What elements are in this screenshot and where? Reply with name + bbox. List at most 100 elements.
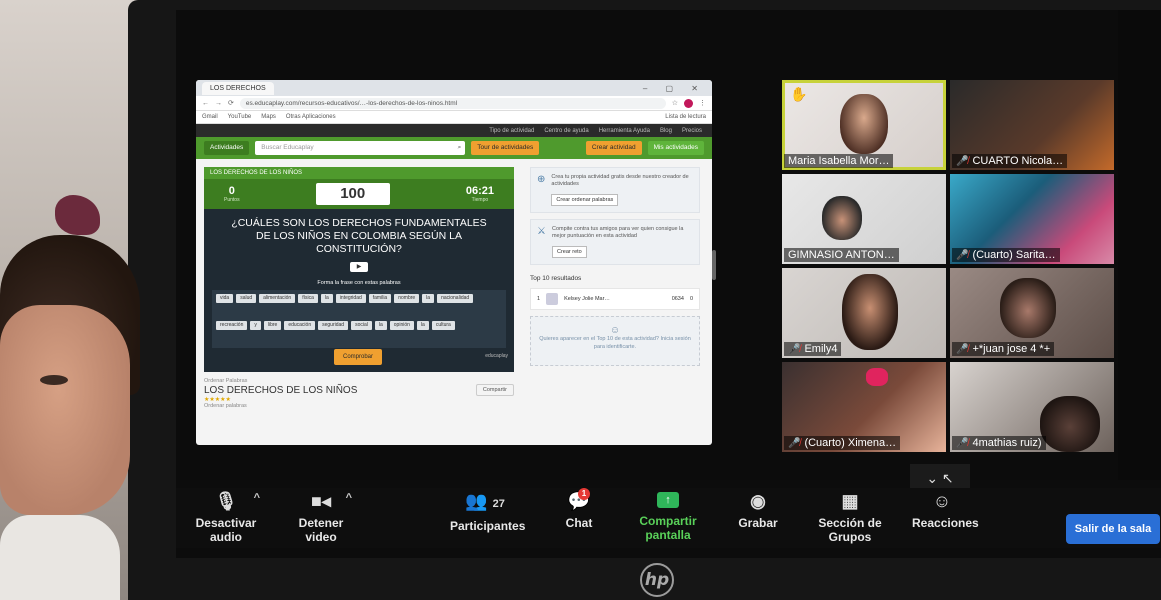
leave-meeting-button[interactable]: Salir de la sala <box>1066 514 1160 544</box>
name-text: 4mathias ruiz) <box>972 437 1042 449</box>
participant-tile[interactable]: 🎤̸ +*juan jose 4 *+ <box>950 268 1114 358</box>
meeting-toolbar: 🎙 ^ Desactivar audio ■◂ ^ Detener video … <box>176 488 1161 548</box>
score-value: 100 <box>315 183 390 205</box>
login-prompt[interactable]: ☺ Quieres aparecer en el Top 10 de esta … <box>530 316 700 366</box>
word-chip[interactable]: familia <box>368 294 392 303</box>
name-text: Maria Isabella Mor… <box>788 155 890 167</box>
participant-decor <box>866 368 888 386</box>
create-challenge-button[interactable]: Crear reto <box>551 246 587 258</box>
word-chip[interactable]: recreación <box>216 320 248 330</box>
participant-tile[interactable]: 🎤̸ (Cuarto) Ximena… <box>782 362 946 452</box>
more-menu-icon[interactable]: ⋮ <box>699 99 706 107</box>
nav-item[interactable]: Centro de ayuda <box>544 128 588 134</box>
record-button[interactable]: ◉ Grabar <box>738 488 778 530</box>
search-placeholder: Buscar Educaplay <box>261 144 314 151</box>
participant-name: 🎤̸ (Cuarto) Sarita… <box>952 248 1060 262</box>
search-icon[interactable]: ⌕ <box>458 141 462 155</box>
stop-video-button[interactable]: ■◂ ^ Detener video <box>282 488 360 544</box>
page-content: LOS DERECHOS DE LOS NIÑOS 0 Puntos 100 0… <box>196 159 712 409</box>
word-chip[interactable]: social <box>351 320 372 330</box>
star-icon[interactable]: ☆ <box>672 99 678 107</box>
top-results-title: Top 10 resultados <box>530 275 582 282</box>
participant-tile[interactable]: 🎤̸ CUARTO Nicola… <box>950 80 1114 170</box>
video-label: Detener video <box>298 516 344 544</box>
activity-meta: Ordenar Palabras LOS DERECHOS DE LOS NIÑ… <box>204 372 514 409</box>
bookmark-youtube[interactable]: YouTube <box>228 114 252 120</box>
word-chip[interactable]: nombre <box>394 294 420 303</box>
word-chip[interactable]: educación <box>284 320 316 330</box>
word-chip[interactable]: la <box>416 320 429 330</box>
nav-item[interactable]: Precios <box>682 128 702 134</box>
my-activities-button[interactable]: Mis actividades <box>647 141 704 155</box>
browser-tab[interactable]: LOS DERECHOS <box>202 81 274 95</box>
word-chip[interactable]: opinión <box>389 320 414 330</box>
word-chip[interactable]: libre <box>263 320 282 330</box>
site-search-input[interactable]: Buscar Educaplay ⌕ <box>255 141 466 155</box>
share-button[interactable]: Compartir <box>475 384 514 396</box>
chat-badge: 1 <box>578 488 590 500</box>
profile-avatar[interactable] <box>684 98 693 108</box>
word-chip[interactable]: cultura <box>431 320 455 330</box>
word-chip[interactable]: salud <box>236 294 257 303</box>
word-chip[interactable]: vida <box>216 294 234 303</box>
audio-options-caret[interactable]: ^ <box>254 492 260 504</box>
breakout-rooms-button[interactable]: ▦ Sección de Grupos <box>802 488 898 544</box>
back-arrow-icon[interactable]: ← <box>202 100 209 107</box>
check-button[interactable]: Comprobar <box>334 349 382 365</box>
rank-time: 0 <box>689 296 693 302</box>
share-screen-button[interactable]: ↑ Compartir pantalla <box>620 488 716 542</box>
activities-button[interactable]: Actividades <box>204 141 250 155</box>
word-chip[interactable]: integridad <box>335 294 366 303</box>
bookmarks-bar: Gmail YouTube Maps Otras Aplicaciones Li… <box>196 111 712 124</box>
word-chip[interactable]: nacionalidad <box>437 294 474 303</box>
nav-item[interactable]: Herramienta Ayuda <box>599 128 650 134</box>
window-controls[interactable]: – ▢ ✕ <box>643 84 706 93</box>
word-chip[interactable]: la <box>320 294 333 303</box>
trophy-icon: ☺ <box>609 325 621 336</box>
participant-face <box>840 94 888 154</box>
play-icon[interactable]: ▶ <box>350 262 368 272</box>
word-chip[interactable]: la <box>422 294 435 303</box>
participant-tile[interactable]: ✋ Maria Isabella Mor… <box>782 80 946 170</box>
word-chip[interactable]: física <box>298 294 318 303</box>
bookmark-maps[interactable]: Maps <box>261 114 276 120</box>
bookmark-gmail[interactable]: Gmail <box>202 114 218 120</box>
participant-name: 🎤̸ Emily4 <box>784 342 842 356</box>
reload-icon[interactable]: ⟳ <box>228 99 234 107</box>
participants-button[interactable]: 👥 27 Participantes <box>450 488 525 533</box>
reading-list[interactable]: Lista de lectura <box>665 114 706 120</box>
participant-tile[interactable]: 🎤̸ 4mathias ruiz) <box>950 362 1114 452</box>
rank-score: 0634 <box>671 296 684 302</box>
game-panel: LOS DERECHOS DE LOS NIÑOS 0 Puntos 100 0… <box>204 167 514 372</box>
create-activity-button[interactable]: Crear actividad <box>585 141 642 155</box>
name-text: GIMNASIO ANTON… <box>788 249 895 261</box>
participants-icon: 👥 27 <box>465 491 505 511</box>
mute-audio-button[interactable]: 🎙 ^ Desactivar audio <box>186 488 266 544</box>
participant-name: 🎤̸ CUARTO Nicola… <box>952 154 1068 168</box>
participant-tile[interactable]: GIMNASIO ANTON… <box>782 174 946 264</box>
bookmark-apps[interactable]: Otras Aplicaciones <box>286 114 336 120</box>
forward-arrow-icon[interactable]: → <box>215 100 222 107</box>
word-chip[interactable]: y <box>250 320 261 330</box>
ranking-row[interactable]: 1 Kelsey Jolie Mar… 0634 0 <box>530 288 700 310</box>
tour-button[interactable]: Tour de actividades <box>471 141 540 155</box>
nav-item[interactable]: Tipo de actividad <box>489 128 534 134</box>
participant-tile[interactable]: 🎤̸ Emily4 <box>782 268 946 358</box>
create-word-order-button[interactable]: Crear ordenar palabras <box>551 194 619 206</box>
reactions-button[interactable]: ☺ Reacciones <box>912 488 979 530</box>
points-block: 0 Puntos <box>224 185 240 203</box>
video-options-caret[interactable]: ^ <box>346 492 352 504</box>
word-chip[interactable]: alimentación <box>259 294 296 303</box>
child-shirt <box>0 515 120 600</box>
chat-button[interactable]: 💬 1 Chat <box>564 488 594 530</box>
muted-mic-icon: 🎤̸ <box>788 437 801 449</box>
participants-label: Participantes <box>450 519 526 533</box>
address-bar[interactable]: es.educaplay.com/recursos-educativos/…-l… <box>239 97 666 109</box>
educaplay-logo: educaplay <box>485 353 508 359</box>
nav-item[interactable]: Blog <box>660 128 672 134</box>
participant-tile[interactable]: 🎤̸ (Cuarto) Sarita… <box>950 174 1114 264</box>
screen-scrollbar[interactable] <box>712 250 716 280</box>
word-chip[interactable]: seguridad <box>318 320 349 330</box>
child-face <box>0 305 130 515</box>
word-chip[interactable]: la <box>374 320 387 330</box>
